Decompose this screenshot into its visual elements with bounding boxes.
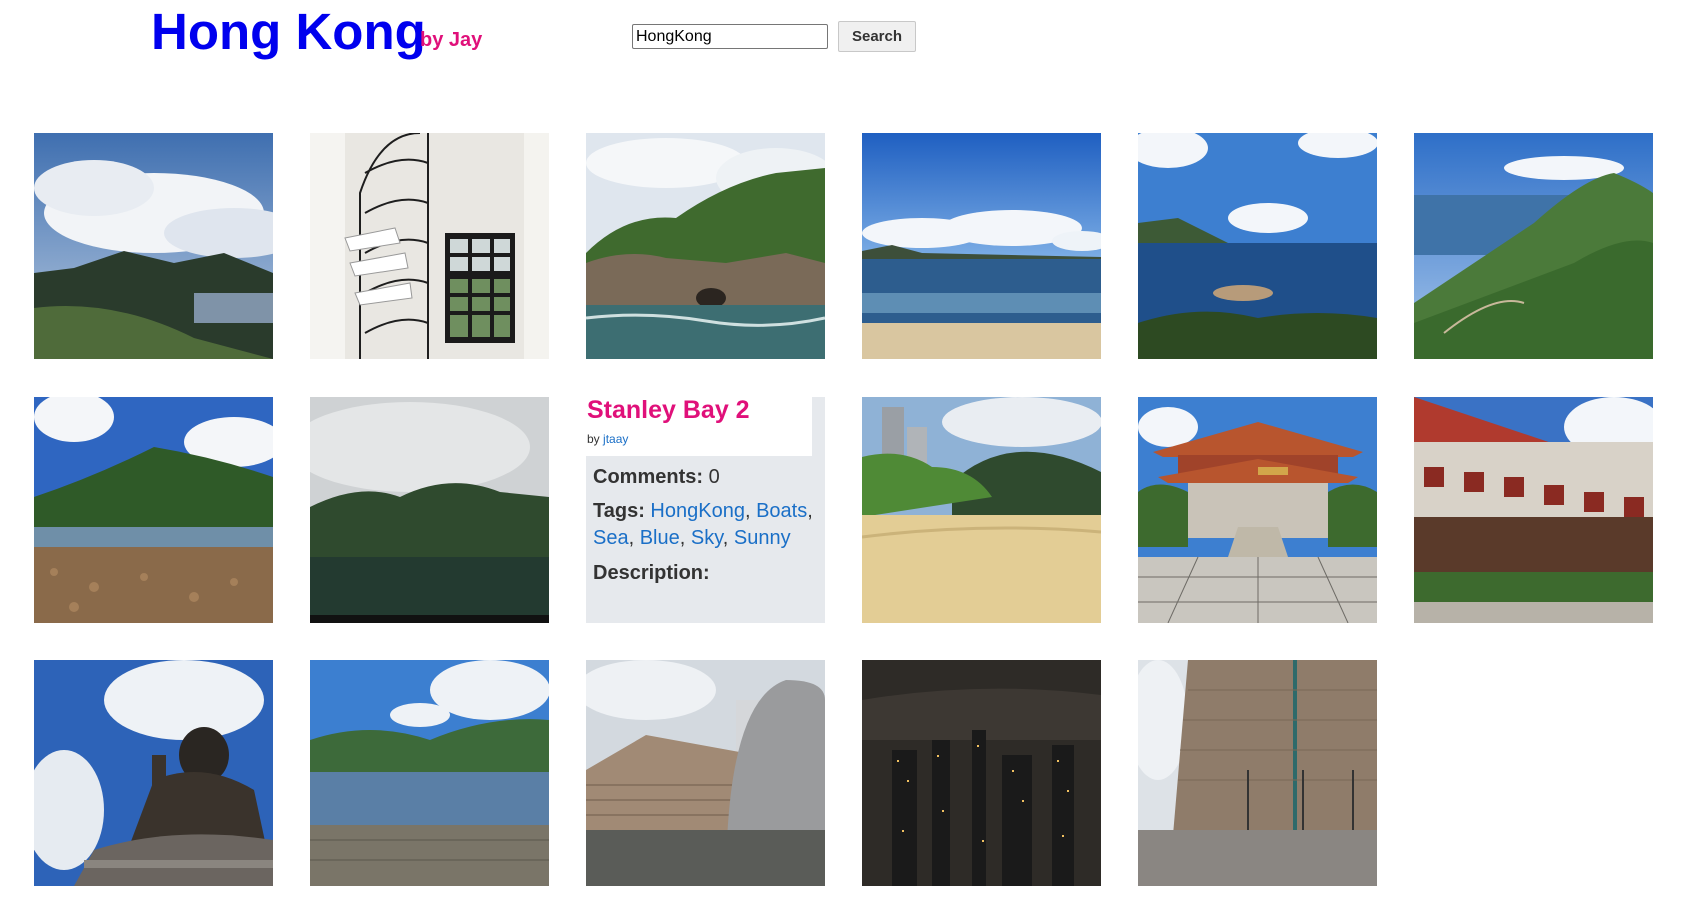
tag-link[interactable]: HongKong (650, 500, 745, 522)
city-night-skyline-image (862, 660, 1101, 886)
comments-label: Comments: (593, 466, 704, 488)
photo-thumbnail[interactable] (862, 133, 1101, 359)
search-button[interactable]: Search (838, 21, 916, 52)
photo-title[interactable]: Stanley Bay 2 (587, 397, 750, 425)
photo-thumbnail[interactable] (586, 660, 825, 886)
photo-thumbnail[interactable] (1138, 660, 1377, 886)
photo-thumbnail[interactable] (862, 397, 1101, 623)
photo-thumbnail[interactable] (34, 660, 273, 886)
beach-blue-sky-image (862, 133, 1101, 359)
tag-link[interactable]: Sea (593, 527, 629, 549)
photo-thumbnail[interactable] (862, 660, 1101, 886)
rocky-island-sea-image (586, 133, 825, 359)
photo-thumbnail[interactable] (34, 397, 273, 623)
photo-thumbnail[interactable] (586, 133, 825, 359)
page-header: Hong Kong by Jay Search (0, 0, 1681, 100)
comments-count: 0 (708, 466, 720, 488)
sandy-beach-trees-image (862, 397, 1101, 623)
info-card-body: Comments: 0 Tags: HongKong, Boats, Sea, … (593, 463, 821, 587)
mountain-valley-clouds-image (34, 133, 273, 359)
photo-thumbnail[interactable] (1138, 133, 1377, 359)
photo-thumbnail[interactable] (310, 133, 549, 359)
author-link[interactable]: jtaay (603, 432, 628, 446)
tag-link[interactable]: Sunny (734, 527, 791, 549)
info-card-header: Stanley Bay 2 by jtaay (586, 397, 812, 456)
site-title[interactable]: Hong Kong (151, 2, 426, 61)
photo-thumbnail[interactable] (34, 133, 273, 359)
photo-byline: by jtaay (587, 432, 628, 446)
dome-building-image (586, 660, 825, 886)
tall-tower-plaza-image (1138, 660, 1377, 886)
byline-prefix: by (587, 432, 600, 446)
photo-thumbnail[interactable] (1414, 397, 1653, 623)
description-line: Description: (593, 559, 821, 587)
tag-link[interactable]: Sky (691, 527, 723, 549)
photo-thumbnail[interactable] (1138, 397, 1377, 623)
search-input[interactable] (632, 24, 828, 49)
photo-thumbnail[interactable] (310, 660, 549, 886)
tag-link[interactable]: Boats (756, 500, 807, 522)
reservoir-wall-hills-image (310, 660, 549, 886)
bay-island-view-image (1138, 133, 1377, 359)
temple-building-facade-image (1414, 397, 1653, 623)
spiral-staircase-window-image (310, 133, 549, 359)
pebble-shore-mountain-image (34, 397, 273, 623)
tags-line: Tags: HongKong, Boats, Sea, Blue, Sky, S… (593, 500, 813, 549)
green-hillside-coast-image (1414, 133, 1653, 359)
tags-label: Tags: (593, 500, 645, 522)
photo-info-card[interactable]: Stanley Bay 2 by jtaay Comments: 0 Tags:… (586, 397, 825, 623)
temple-courtyard-image (1138, 397, 1377, 623)
photo-thumbnail[interactable] (1414, 133, 1653, 359)
tag-link[interactable]: Blue (640, 527, 680, 549)
comments-line: Comments: 0 (593, 463, 821, 491)
photo-thumbnail[interactable] (310, 397, 549, 623)
reservoir-cloudy-hills-image (310, 397, 549, 623)
description-label: Description: (593, 562, 710, 584)
site-byline: by Jay (420, 29, 483, 51)
big-buddha-statue-image (34, 660, 273, 886)
